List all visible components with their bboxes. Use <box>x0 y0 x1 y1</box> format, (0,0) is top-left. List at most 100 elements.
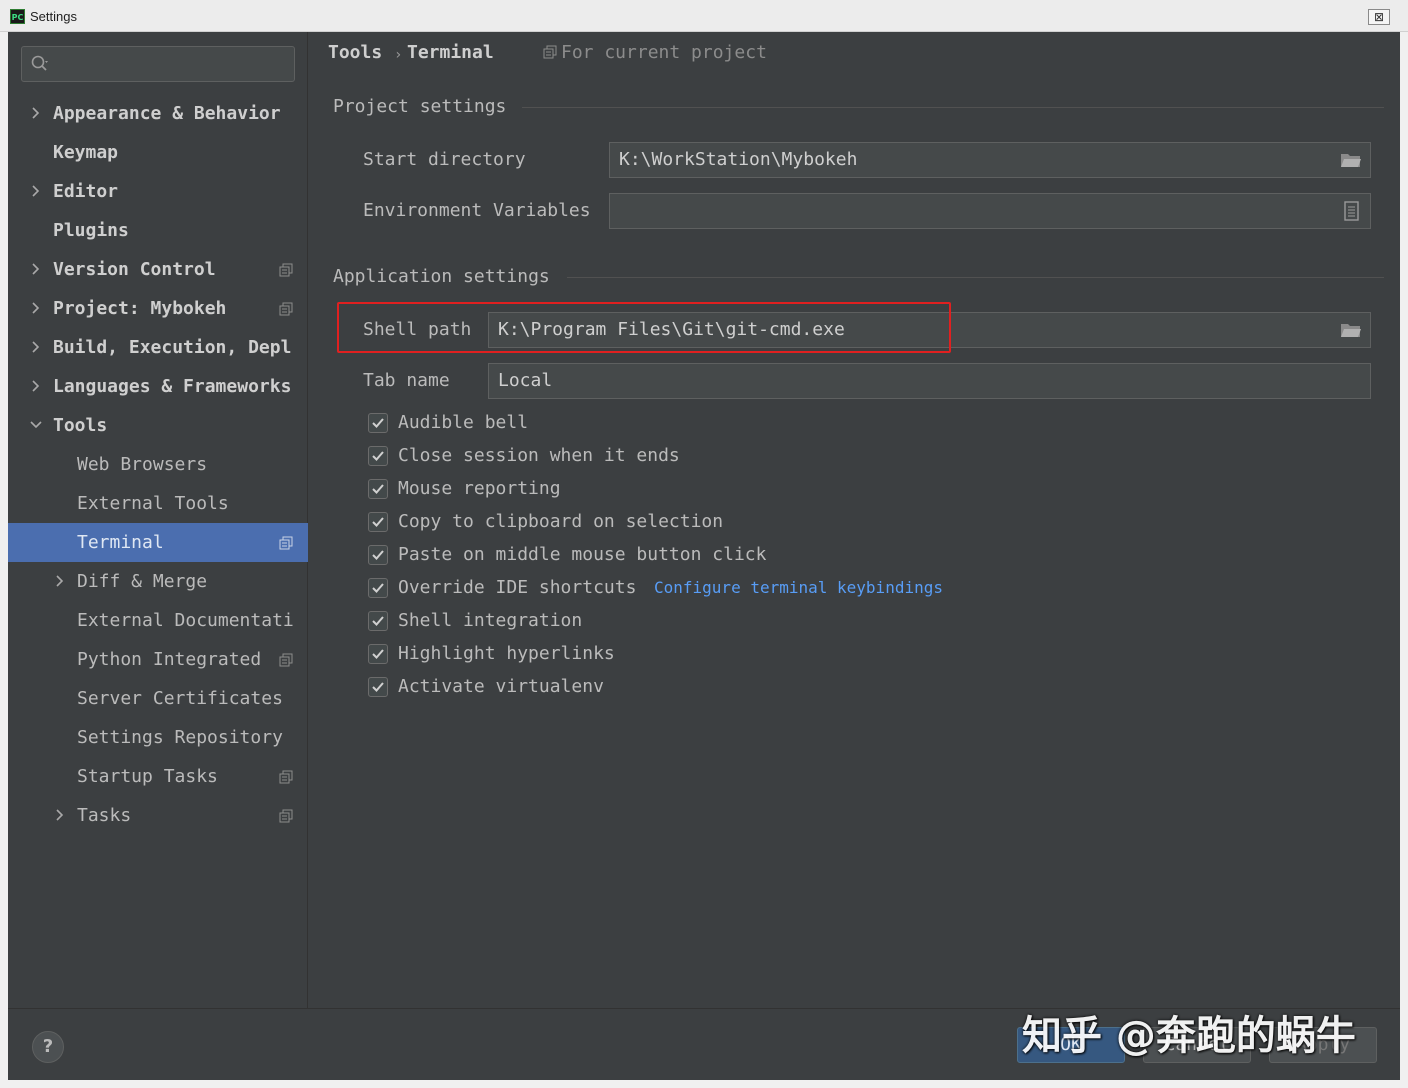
project-scope-icon <box>279 653 293 667</box>
checkbox[interactable] <box>368 644 388 664</box>
sidebar-item-label: Keymap <box>53 142 119 163</box>
settings-search-input[interactable] <box>21 46 295 82</box>
start-directory-label: Start directory <box>363 149 526 170</box>
chevron-right-icon[interactable] <box>30 341 42 353</box>
terminal-settings-panel: Tools › Terminal For current project Pro… <box>309 32 1400 1008</box>
sidebar-item-label: Server Certificates <box>77 688 283 709</box>
project-scope-icon <box>279 302 293 316</box>
sidebar-item-diff-merge[interactable]: Diff & Merge <box>8 562 308 601</box>
project-scope-icon <box>279 263 293 277</box>
checkbox[interactable] <box>368 545 388 565</box>
checkbox-label: Mouse reporting <box>398 478 561 499</box>
search-icon <box>31 55 48 71</box>
sidebar-item-python-integrated[interactable]: Python Integrated <box>8 640 308 679</box>
checkbox-label: Override IDE shortcuts <box>398 577 637 598</box>
sidebar-item-keymap[interactable]: Keymap <box>8 133 308 172</box>
breadcrumb-terminal: Terminal <box>407 42 494 63</box>
sidebar-item-label: Editor <box>53 181 119 202</box>
sidebar-item-label: Tasks <box>77 805 132 826</box>
sidebar-item-label: Appearance & Behavior <box>53 103 281 124</box>
sidebar-item-server-certificates[interactable]: Server Certificates <box>8 679 308 718</box>
sidebar-item-appearance-behavior[interactable]: Appearance & Behavior <box>8 94 308 133</box>
chevron-right-icon[interactable] <box>30 380 42 392</box>
checkbox-label: Close session when it ends <box>398 445 680 466</box>
close-window-button[interactable]: ⊠ <box>1368 9 1390 25</box>
help-button[interactable]: ? <box>32 1031 64 1063</box>
project-scope-icon <box>279 809 293 823</box>
sidebar-item-plugins[interactable]: Plugins <box>8 211 308 250</box>
pycharm-logo-icon: PC <box>10 9 25 24</box>
tab-name-label: Tab name <box>363 370 450 391</box>
sidebar-item-label: Settings Repository <box>77 727 283 748</box>
checkbox[interactable] <box>368 512 388 532</box>
breadcrumb-separator: › <box>394 47 403 63</box>
section-divider <box>522 107 1384 108</box>
folder-browse-icon[interactable] <box>1340 150 1362 170</box>
sidebar-item-startup-tasks[interactable]: Startup Tasks <box>8 757 308 796</box>
chevron-right-icon[interactable] <box>54 575 66 587</box>
chevron-right-icon[interactable] <box>54 809 66 821</box>
tab-name-field[interactable]: Local <box>488 363 1371 399</box>
section-divider <box>567 277 1384 278</box>
sidebar-item-label: Languages & Frameworks <box>53 376 292 397</box>
checkbox-label: Copy to clipboard on selection <box>398 511 724 532</box>
scope-label: For current project <box>561 42 767 63</box>
configure-keybindings-link[interactable]: Configure terminal keybindings <box>654 576 943 600</box>
chevron-down-icon[interactable] <box>30 419 42 431</box>
sidebar-item-label: Web Browsers <box>77 454 208 475</box>
chevron-right-icon[interactable] <box>30 263 42 275</box>
checkbox[interactable] <box>368 446 388 466</box>
sidebar-item-terminal[interactable]: Terminal <box>8 523 308 562</box>
env-vars-field[interactable] <box>609 193 1371 229</box>
chevron-right-icon[interactable] <box>30 185 42 197</box>
sidebar-item-label: Python Integrated <box>77 649 262 670</box>
application-settings-title: Application settings <box>333 266 550 287</box>
settings-sidebar: Appearance & Behavior Keymap Editor Plug… <box>8 32 308 1008</box>
sidebar-item-label: External Documentati <box>77 610 294 631</box>
sidebar-item-label: Tools <box>53 415 108 436</box>
checkbox[interactable] <box>368 479 388 499</box>
breadcrumb-tools[interactable]: Tools <box>328 42 382 64</box>
chevron-right-icon[interactable] <box>30 302 42 314</box>
sidebar-item-label: Project: Mybokeh <box>53 298 227 319</box>
checkbox[interactable] <box>368 413 388 433</box>
sidebar-item-editor[interactable]: Editor <box>8 172 308 211</box>
project-scope-icon <box>543 45 557 59</box>
checkbox[interactable] <box>368 611 388 631</box>
checkbox-label: Paste on middle mouse button click <box>398 544 767 565</box>
sidebar-item-label: Startup Tasks <box>77 766 218 787</box>
highlight-annotation-box <box>337 302 951 353</box>
chevron-right-icon[interactable] <box>30 107 42 119</box>
watermark-text: 知乎 @奔跑的蜗牛 <box>1022 1013 1356 1059</box>
project-settings-title: Project settings <box>333 96 507 117</box>
sidebar-item-label: Terminal <box>77 532 164 553</box>
sidebar-item-settings-repository[interactable]: Settings Repository <box>8 718 308 757</box>
checkbox-label: Shell integration <box>398 610 583 631</box>
sidebar-item-languages-frameworks[interactable]: Languages & Frameworks <box>8 367 308 406</box>
sidebar-item-external-tools[interactable]: External Tools <box>8 484 308 523</box>
sidebar-item-tasks[interactable]: Tasks <box>8 796 308 835</box>
folder-browse-icon[interactable] <box>1340 320 1362 340</box>
sidebar-item-label: Plugins <box>53 220 129 241</box>
checkbox[interactable] <box>368 677 388 697</box>
sidebar-item-external-documentation[interactable]: External Documentati <box>8 601 308 640</box>
project-scope-icon <box>279 770 293 784</box>
checkbox-label: Activate virtualenv <box>398 676 604 697</box>
start-directory-field[interactable]: K:\WorkStation\Mybokeh <box>609 142 1371 178</box>
settings-dialog: Appearance & Behavior Keymap Editor Plug… <box>8 32 1400 1080</box>
edit-list-icon[interactable] <box>1340 201 1362 221</box>
sidebar-item-build-execution[interactable]: Build, Execution, Depl <box>8 328 308 367</box>
sidebar-item-tools[interactable]: Tools <box>8 406 308 445</box>
sidebar-item-label: Build, Execution, Depl <box>53 337 292 358</box>
start-directory-value: K:\WorkStation\Mybokeh <box>619 149 858 170</box>
sidebar-item-label: Version Control <box>53 259 216 280</box>
sidebar-item-web-browsers[interactable]: Web Browsers <box>8 445 308 484</box>
title-bar: PC Settings ⊠ <box>0 0 1408 32</box>
sidebar-item-version-control[interactable]: Version Control <box>8 250 308 289</box>
sidebar-item-label: External Tools <box>77 493 229 514</box>
env-vars-label: Environment Variables <box>363 200 591 221</box>
checkbox[interactable] <box>368 578 388 598</box>
checkbox-label: Audible bell <box>398 412 529 433</box>
sidebar-item-project-mybokeh[interactable]: Project: Mybokeh <box>8 289 308 328</box>
window-title: Settings <box>30 9 77 24</box>
